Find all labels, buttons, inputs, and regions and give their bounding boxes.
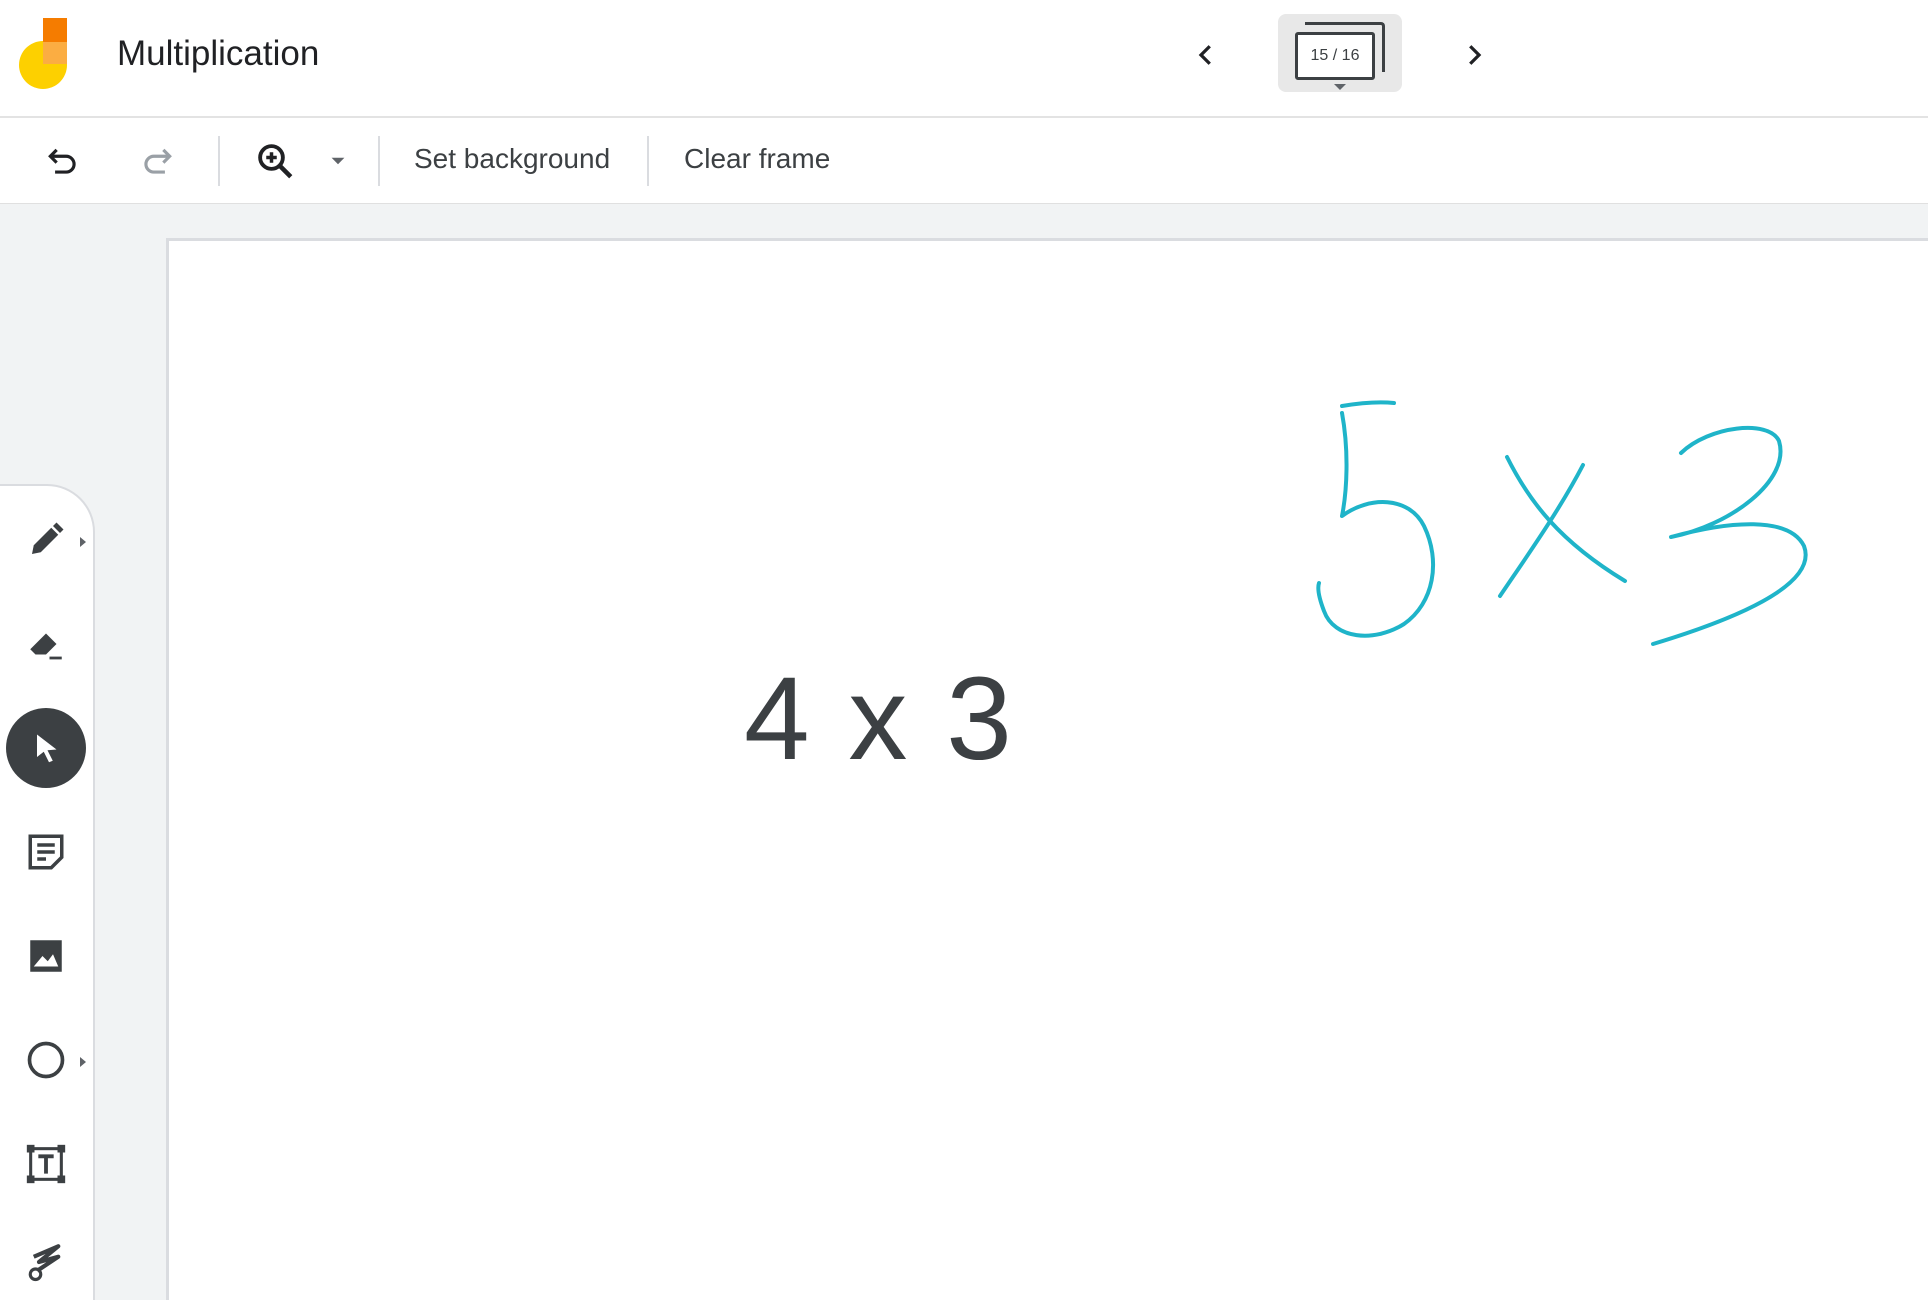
pen-icon [32,522,64,554]
jamboard-logo [18,16,74,92]
cursor-icon [37,734,57,763]
app-header: Multiplication 15 / 16 [0,0,1928,118]
workspace: 4 x 3 [0,204,1928,1300]
text-box-tool[interactable] [6,1124,86,1204]
toolbar-divider [378,136,380,186]
eraser-tool[interactable] [6,604,86,684]
eraser-icon [30,633,62,660]
laser-icon [28,1244,61,1282]
set-background-button[interactable]: Set background [414,143,610,175]
pen-tool[interactable] [6,500,86,580]
redo-icon [144,148,172,174]
zoom-dropdown-button[interactable] [312,134,364,188]
chevron-left-icon [1198,45,1211,65]
clear-frame-button[interactable]: Clear frame [684,143,830,175]
sticky-note-tool[interactable] [6,812,86,892]
add-image-tool[interactable] [6,916,86,996]
frame-counter: 15 / 16 [1295,32,1375,80]
text-box-icon [26,1144,66,1184]
next-frame-button[interactable] [1449,30,1499,80]
previous-frame-button[interactable] [1181,30,1231,80]
caret-down-icon [1334,84,1346,90]
jam-canvas[interactable]: 4 x 3 [166,238,1928,1300]
image-icon [30,940,62,972]
submenu-arrow-icon [80,1057,86,1067]
handwritten-ink[interactable] [169,241,1928,1303]
editing-toolbar: Set background Clear frame [0,118,1928,204]
frame-bar-toggle[interactable]: 15 / 16 [1278,14,1402,92]
caret-down-icon [331,157,345,165]
circle-icon [27,1041,65,1079]
document-title[interactable]: Multiplication [117,34,319,74]
laser-tool[interactable] [6,1222,86,1302]
zoom-button[interactable] [248,134,302,188]
chevron-right-icon [1469,45,1482,65]
shape-tool[interactable] [6,1020,86,1100]
undo-button[interactable] [36,134,90,188]
sticky-note-icon [28,834,64,870]
toolbar-divider [647,136,649,186]
toolbar-divider [218,136,220,186]
tool-panel [0,484,95,1300]
redo-button[interactable] [130,134,184,188]
select-tool[interactable] [6,708,86,788]
undo-icon [48,148,76,174]
zoom-in-icon [258,144,293,179]
submenu-arrow-icon [80,537,86,547]
